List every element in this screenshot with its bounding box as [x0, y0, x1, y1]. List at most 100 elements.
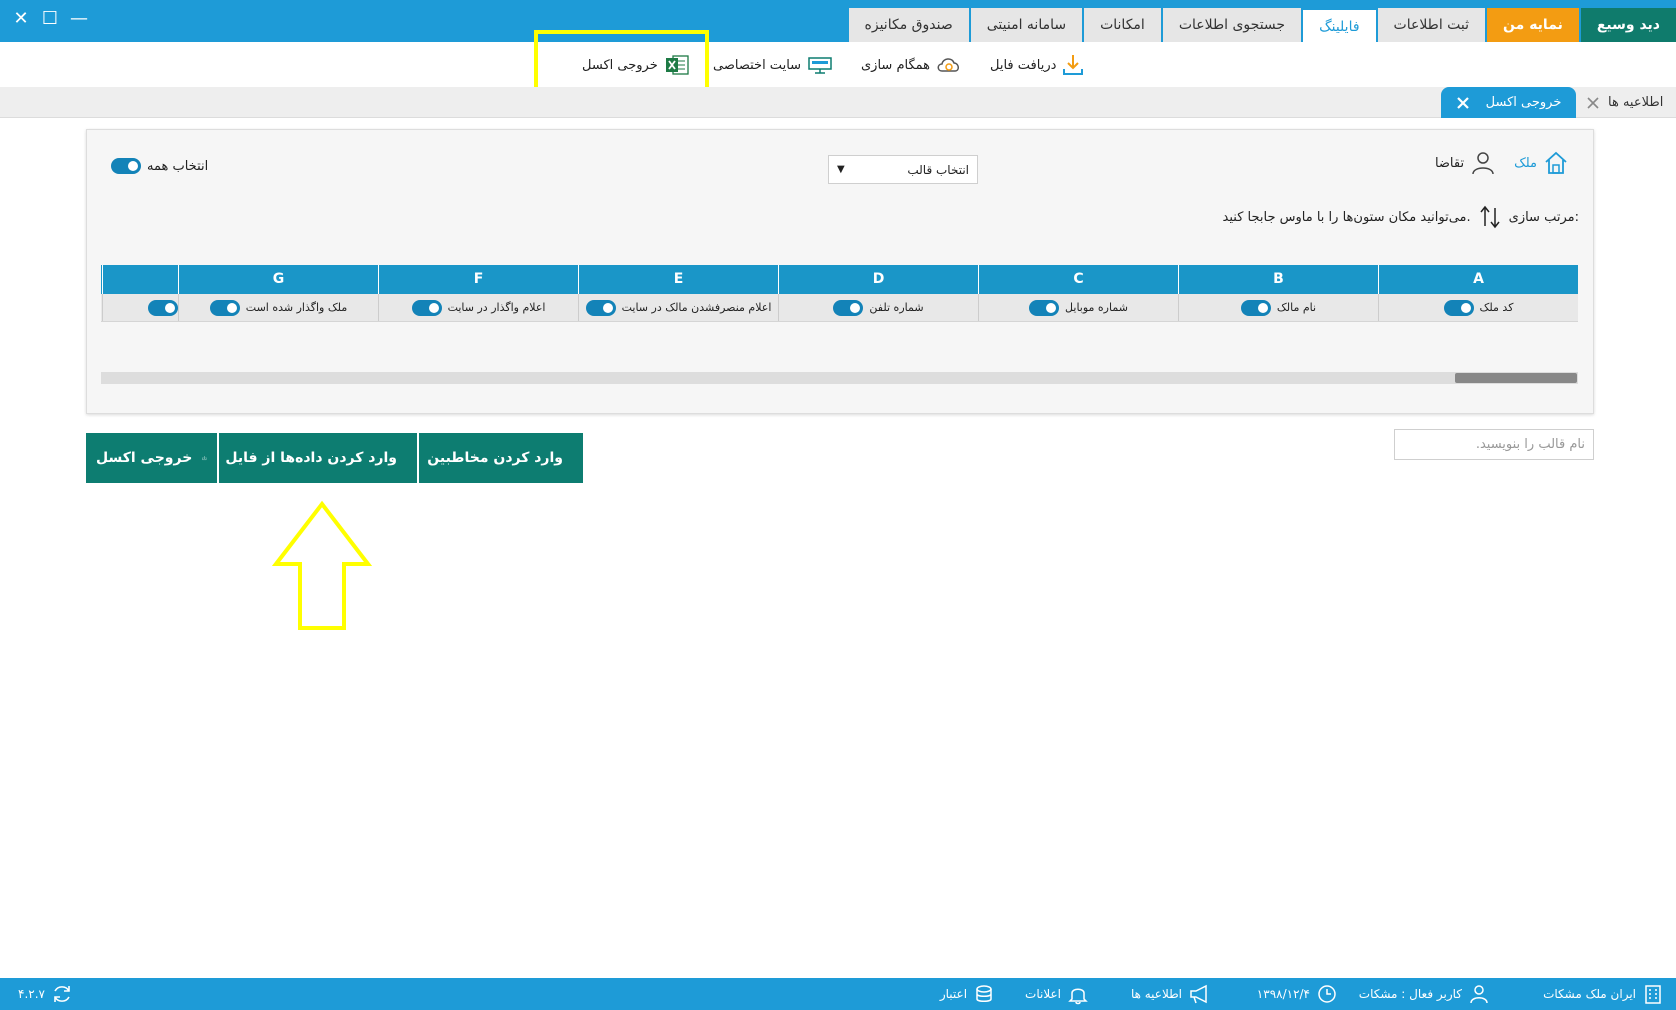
bell-icon [1068, 988, 1088, 1005]
website-icon [808, 57, 832, 74]
template-dropdown-value: انتخاب قالب [907, 162, 969, 177]
column-header[interactable]: C [978, 265, 1178, 294]
column-toggle[interactable] [148, 299, 178, 316]
home-icon [1545, 151, 1567, 174]
sort-label: مرتب سازی: [1508, 209, 1579, 225]
columns-header-row: A B C D E F G [101, 265, 1578, 294]
download-file-button[interactable]: دریافت فایل [990, 52, 1084, 78]
column-toggle[interactable] [585, 299, 616, 316]
doc-tab-excel-export[interactable]: خروجی اکسل [1441, 87, 1576, 118]
select-all[interactable]: انتخاب همه [111, 158, 208, 174]
tab-wide-view[interactable]: دید وسیع [1580, 8, 1676, 42]
sort-hint-text: می‌توانید مکان ستون‌ها را با ماوس جابجا … [1222, 209, 1471, 225]
status-credit[interactable]: اعتبار [940, 978, 995, 1010]
dedicated-site-button[interactable]: سایت اختصاصی [713, 52, 833, 78]
import-contacts-button[interactable]: وارد کردن مخاطبین [419, 433, 583, 483]
status-active-user-label: کاربر فعال : مشکات [1358, 987, 1462, 1001]
export-settings-panel: انتخاب همه انتخاب قالب ▼ ملک تقاضا مرتب … [86, 129, 1594, 414]
sync-label: همگام سازی [861, 57, 930, 73]
template-dropdown[interactable]: انتخاب قالب ▼ [828, 155, 978, 184]
tab-features[interactable]: امکانات [1084, 8, 1161, 42]
title-bar: ✕ ☐ — دید وسیع نمایه من ثبت اطلاعات فایل… [0, 0, 1676, 42]
column-toggle[interactable] [1029, 299, 1060, 316]
import-from-file-button[interactable]: وارد کردن داده‌ها از فایل [219, 433, 417, 483]
column-header[interactable]: E [578, 265, 778, 294]
excel-export-button[interactable]: خروجی اکسل [86, 433, 217, 483]
document-tab-strip: خروجی اکسل اطلاعیه ها [0, 87, 1676, 118]
tab-security-system[interactable]: سامانه امنیتی [970, 8, 1083, 42]
status-alerts-label: اعلانات [1025, 987, 1061, 1001]
column-toggle[interactable] [833, 299, 864, 316]
column-header[interactable]: G [178, 265, 378, 294]
column-field: شماره موبایل [978, 294, 1178, 321]
close-tab-icon[interactable] [1456, 96, 1470, 110]
column-field-label: شماره موبایل [1065, 301, 1128, 314]
column-header[interactable]: B [1178, 265, 1378, 294]
tab-mechanized-fund[interactable]: صندوق مکانیزه [848, 8, 969, 42]
status-notices-label: اطلاعیه ها [1130, 987, 1182, 1001]
column-field: ملک واگذار شده است [178, 294, 378, 321]
download-icon [1063, 55, 1084, 75]
column-toggle[interactable] [1443, 299, 1474, 316]
main-tabs: دید وسیع نمایه من ثبت اطلاعات فایلینگ جس… [847, 8, 1676, 42]
column-field-label: کد ملک [1479, 301, 1514, 314]
maximize-icon[interactable]: ☐ [39, 8, 61, 30]
column-field: نام مالک [1178, 294, 1378, 321]
select-all-toggle[interactable] [111, 158, 141, 174]
tab-filing[interactable]: فایلینگ [1303, 8, 1376, 42]
arrow-up-annotation-icon [272, 500, 372, 630]
column-field: اعلام منصرفشدن مالک در سایت [578, 294, 778, 321]
column-toggle[interactable] [411, 299, 442, 316]
dedicated-site-label: سایت اختصاصی [713, 57, 802, 73]
user-icon [1470, 985, 1488, 1004]
tab-search-info[interactable]: جستجوی اطلاعات [1162, 8, 1302, 42]
option-request[interactable]: تقاضا [1435, 150, 1496, 176]
column-header[interactable]: A [1378, 265, 1578, 294]
action-buttons: خروجی اکسل وارد کردن داده‌ها از فایل وار… [86, 433, 583, 483]
horizontal-scrollbar[interactable] [101, 372, 1578, 384]
status-alerts[interactable]: اعلانات [1025, 978, 1089, 1010]
ribbon: دریافت فایل همگام سازی سایت اختصاصی خروج… [0, 42, 1676, 87]
status-date: ۱۳۹۸/۱۲/۴ [1257, 978, 1338, 1010]
download-folder-icon [202, 456, 207, 460]
close-icon[interactable]: ✕ [10, 8, 32, 30]
tab-register-info[interactable]: ثبت اطلاعات [1377, 8, 1486, 42]
status-credit-label: اعتبار [939, 987, 968, 1001]
dropdown-arrow-icon: ▼ [837, 164, 845, 175]
status-notices[interactable]: اطلاعیه ها [1131, 978, 1212, 1010]
status-active-user: کاربر فعال : مشکات [1359, 978, 1490, 1010]
tab-my-profile[interactable]: نمایه من [1487, 8, 1579, 42]
option-property-label: ملک [1514, 155, 1537, 171]
option-property[interactable]: ملک [1514, 150, 1569, 176]
status-bar: ایران ملک مشکات کاربر فعال : مشکات ۱۳۹۸/… [0, 978, 1676, 1010]
column-toggle[interactable] [1240, 299, 1271, 316]
scrollbar-thumb[interactable] [1455, 373, 1577, 383]
close-tab-icon[interactable] [1586, 96, 1600, 110]
columns-grid: A B C D E F G کد ملک نام مالک شماره موبا… [101, 265, 1578, 322]
status-version: ۴.۲.۷ [18, 978, 73, 1010]
column-field-label: نام مالک [1276, 301, 1317, 314]
column-field-label: شماره تلفن [869, 301, 924, 314]
download-file-label: دریافت فایل [990, 57, 1057, 73]
excel-export-button-label: خروجی اکسل [96, 450, 193, 466]
coins-icon [976, 985, 992, 1002]
sync-button[interactable]: همگام سازی [861, 52, 962, 78]
column-field: اعلام واگذار در سایت [378, 294, 578, 321]
sort-hint: مرتب سازی: می‌توانید مکان ستون‌ها را با … [1223, 204, 1579, 230]
column-toggle[interactable] [209, 299, 240, 316]
doc-tab-excel-export-label: خروجی اکسل [1485, 95, 1562, 110]
status-date-label: ۱۳۹۸/۱۲/۴ [1256, 987, 1310, 1001]
column-header[interactable]: F [378, 265, 578, 294]
column-field-label: اعلام منصرفشدن مالک در سایت [621, 301, 772, 314]
minimize-icon[interactable]: — [68, 8, 90, 30]
column-header[interactable]: D [778, 265, 978, 294]
clock-icon [1318, 985, 1336, 1003]
doc-tab-notices[interactable]: اطلاعیه ها [1586, 87, 1663, 118]
template-name-input[interactable] [1394, 429, 1594, 460]
columns-field-row: کد ملک نام مالک شماره موبایل شماره تلفن … [101, 294, 1578, 322]
import-contacts-label: وارد کردن مخاطبین [427, 450, 563, 466]
import-from-file-label: وارد کردن داده‌ها از فایل [225, 450, 397, 466]
megaphone-icon [1190, 984, 1207, 1004]
refresh-icon[interactable] [51, 983, 73, 1005]
column-header [102, 265, 178, 294]
